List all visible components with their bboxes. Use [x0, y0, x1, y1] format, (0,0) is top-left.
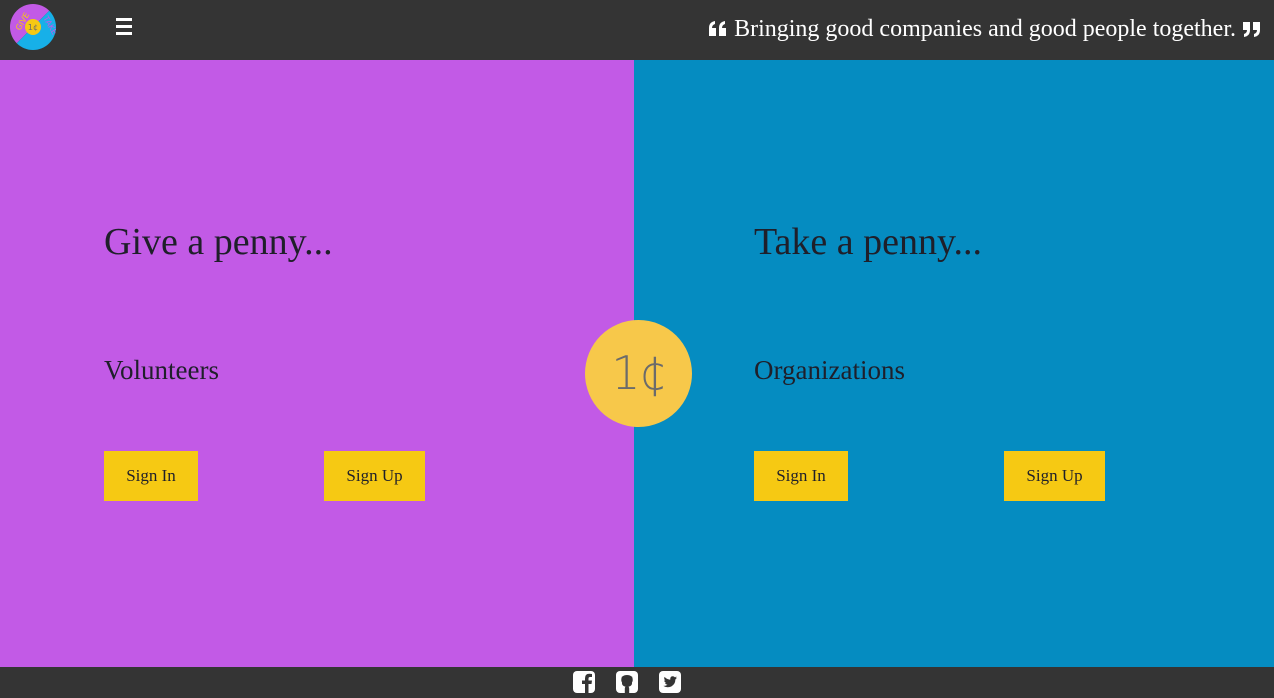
organizations-panel: Take a penny... Organizations Sign In Si… — [634, 60, 1274, 667]
open-quote-icon — [709, 21, 727, 36]
take-heading: Take a penny... — [754, 221, 983, 263]
volunteers-panel: Give a penny... Volunteers Sign In Sign … — [0, 60, 634, 667]
volunteers-label: Volunteers — [104, 355, 219, 385]
organization-sign-in-button[interactable]: Sign In — [754, 451, 848, 501]
top-bar: GIVE TAKE 1¢ Bringing good companies and… — [0, 0, 1274, 60]
organization-sign-up-button[interactable]: Sign Up — [1004, 451, 1105, 501]
twitter-icon[interactable] — [658, 670, 682, 694]
logo[interactable]: GIVE TAKE 1¢ — [10, 4, 56, 50]
footer — [0, 667, 1274, 698]
tagline: Bringing good companies and good people … — [708, 14, 1262, 44]
organizations-label: Organizations — [754, 355, 905, 385]
facebook-icon[interactable] — [572, 670, 596, 694]
github-icon[interactable] — [615, 670, 639, 694]
close-quote-icon — [1243, 22, 1260, 37]
penny-coin: 1¢ — [585, 320, 692, 427]
give-heading: Give a penny... — [104, 221, 333, 263]
logo-center-text: 1¢ — [28, 23, 38, 32]
volunteer-sign-up-button[interactable]: Sign Up — [324, 451, 425, 501]
tagline-text: Bringing good companies and good people … — [734, 16, 1236, 42]
volunteer-sign-in-button[interactable]: Sign In — [104, 451, 198, 501]
menu-icon[interactable] — [116, 18, 132, 35]
